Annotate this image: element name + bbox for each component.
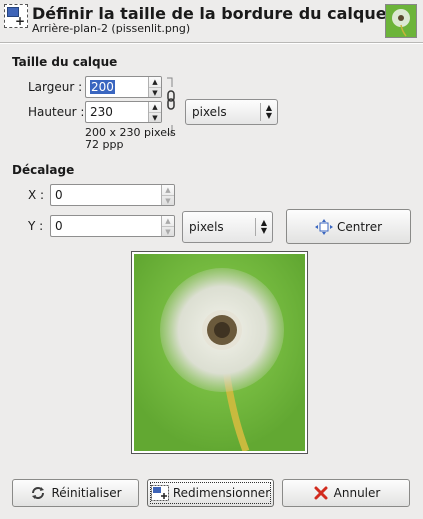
x-decrement[interactable]: ▼: [162, 195, 174, 205]
y-decrement[interactable]: ▼: [162, 226, 174, 236]
height-input[interactable]: 230: [90, 105, 113, 119]
width-increment[interactable]: ▲: [149, 77, 161, 87]
y-label: Y :: [28, 219, 44, 233]
cancel-label: Annuler: [333, 486, 381, 500]
height-decrement[interactable]: ▼: [149, 112, 161, 122]
offset-section-label: Décalage: [12, 163, 75, 177]
width-input[interactable]: 200: [90, 80, 115, 94]
layer-boundary-icon: +: [4, 4, 28, 28]
header-separator: [0, 42, 423, 44]
preview-area[interactable]: [131, 251, 308, 454]
center-label: Centrer: [336, 219, 383, 234]
layer-size-section-label: Taille du calque: [12, 55, 118, 69]
center-icon: [314, 218, 333, 235]
height-spin[interactable]: 230 ▲ ▼: [85, 101, 162, 123]
y-spin[interactable]: 0 ▲ ▼: [50, 215, 175, 237]
height-increment[interactable]: ▲: [149, 102, 161, 112]
width-decrement[interactable]: ▼: [149, 87, 161, 97]
offset-unit-select[interactable]: pixels ▲ ▼: [182, 211, 273, 243]
preview-image: [134, 254, 305, 451]
y-increment[interactable]: ▲: [162, 216, 174, 226]
dialog-title: Définir la taille de la bordure du calqu…: [32, 4, 387, 23]
x-input[interactable]: 0: [55, 188, 63, 202]
size-unit-value: pixels: [192, 105, 227, 119]
chevron-updown-icon: ▲ ▼: [265, 103, 273, 120]
width-label: Largeur :: [28, 80, 83, 94]
x-label: X :: [28, 188, 45, 202]
center-button[interactable]: Centrer: [286, 209, 411, 244]
resize-icon: [150, 485, 169, 501]
resolution-info: 72 ppp: [85, 138, 124, 151]
resize-button[interactable]: Redimensionner: [147, 479, 274, 507]
reset-button[interactable]: Réinitialiser: [12, 479, 139, 507]
dialog-subtitle: Arrière-plan-2 (pissenlit.png): [32, 22, 191, 35]
cancel-icon: [312, 485, 330, 501]
x-increment[interactable]: ▲: [162, 185, 174, 195]
resize-label: Redimensionner: [172, 486, 271, 500]
size-unit-select[interactable]: pixels ▲ ▼: [185, 99, 278, 125]
width-spin[interactable]: 200 ▲ ▼: [85, 76, 162, 98]
cancel-button[interactable]: Annuler: [282, 479, 410, 507]
offset-unit-value: pixels: [189, 220, 224, 234]
reset-label: Réinitialiser: [51, 486, 122, 500]
y-input[interactable]: 0: [55, 219, 63, 233]
height-label: Hauteur :: [28, 105, 85, 119]
chevron-updown-icon: ▲ ▼: [260, 218, 268, 235]
layer-thumbnail: [385, 4, 417, 38]
reset-icon: [29, 485, 47, 501]
x-spin[interactable]: 0 ▲ ▼: [50, 184, 175, 206]
